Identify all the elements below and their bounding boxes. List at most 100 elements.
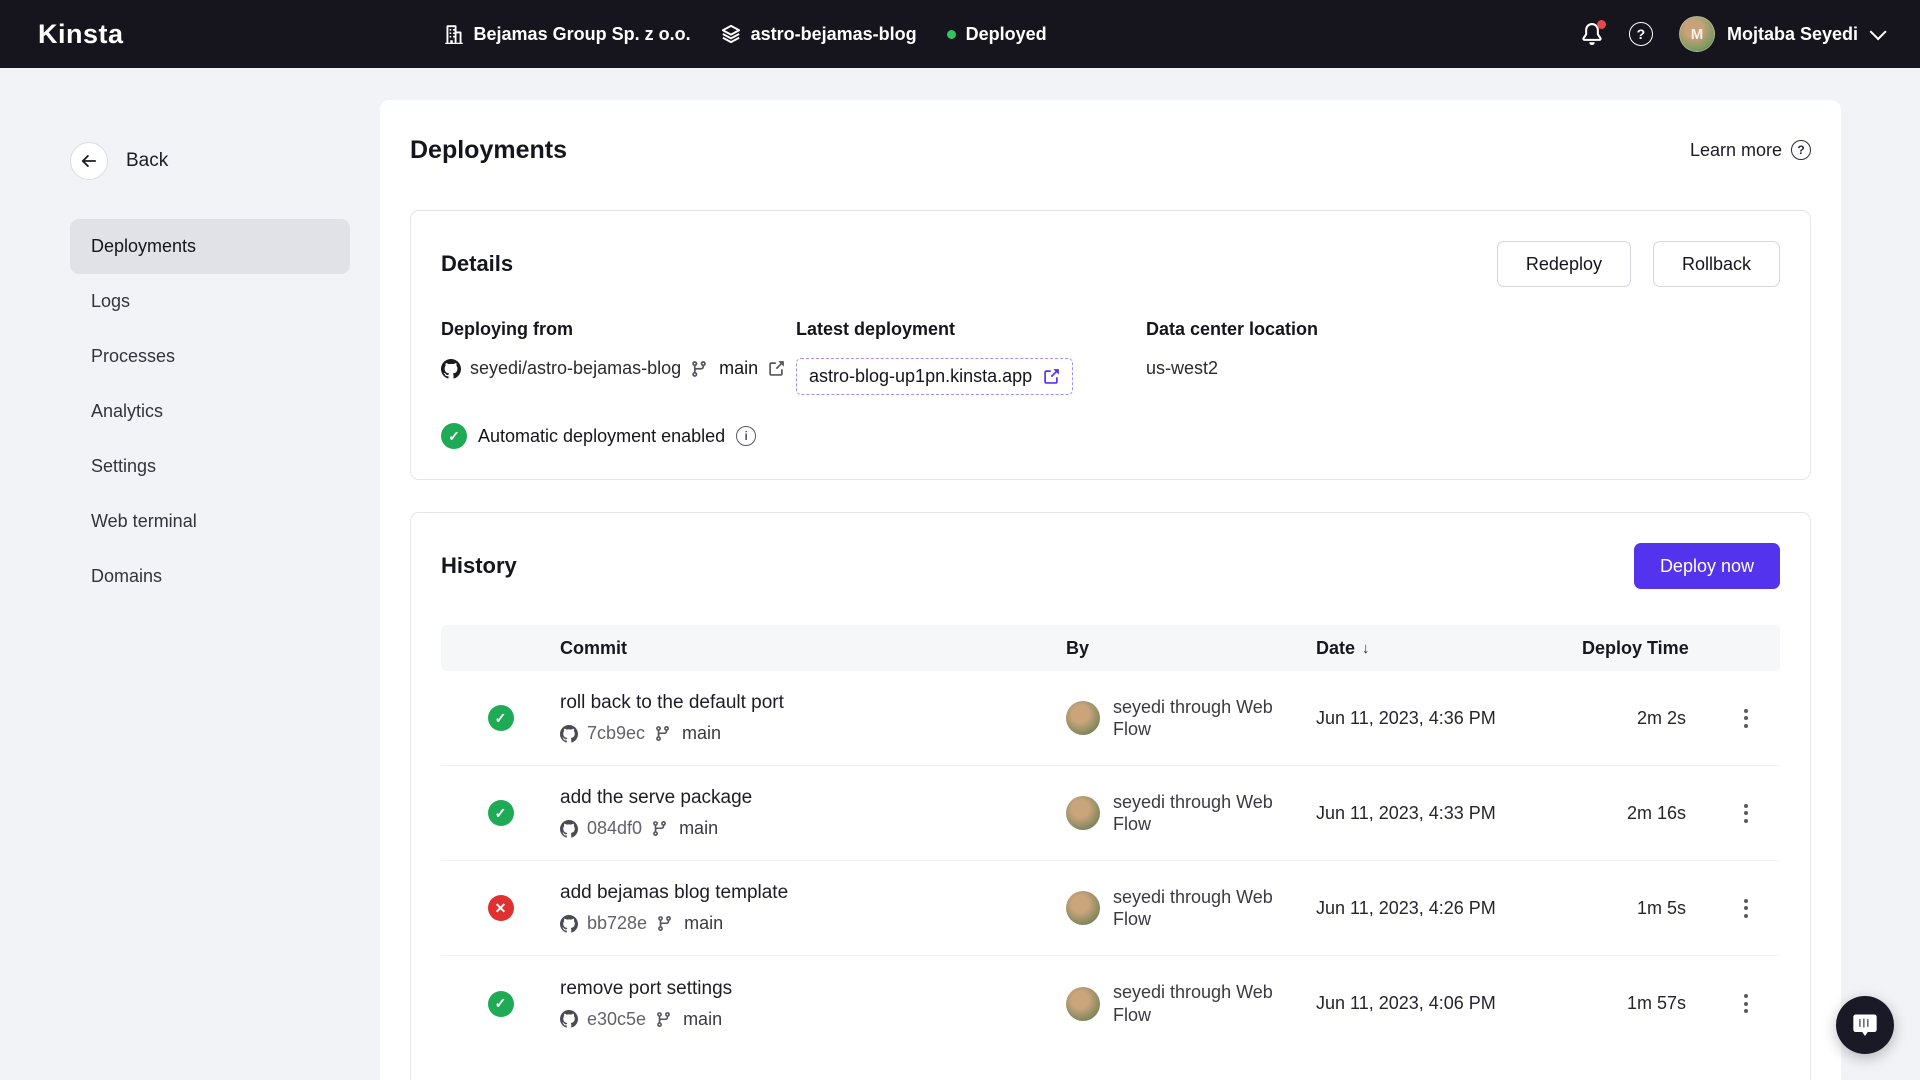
sidebar-item-domains[interactable]: Domains: [70, 549, 350, 604]
sidebar-item-web-terminal[interactable]: Web terminal: [70, 494, 350, 549]
status-label: Deployed: [966, 24, 1047, 45]
data-center-value: us-west2: [1146, 358, 1218, 379]
info-icon[interactable]: i: [736, 426, 756, 446]
deploy-status-icon: [488, 705, 514, 731]
commit-message: add bejamas blog template: [560, 882, 1066, 904]
github-icon: [560, 725, 578, 743]
committer-avatar: [1066, 701, 1100, 735]
app-selector[interactable]: astro-bejamas-blog: [721, 24, 917, 45]
commit-hash: 084df0: [587, 818, 642, 839]
help-button[interactable]: ?: [1629, 22, 1653, 46]
commit-message: remove port settings: [560, 978, 1066, 1000]
table-row: add bejamas blog template bb728e main se…: [441, 861, 1780, 956]
repo-name: seyedi/astro-bejamas-blog: [470, 358, 681, 379]
sidebar: Back Deployments Logs Processes Analytic…: [70, 68, 350, 604]
column-date[interactable]: Date ↓: [1316, 638, 1582, 659]
layers-icon: [721, 24, 741, 44]
history-panel: History Deploy now Commit By Date ↓ Depl…: [410, 512, 1811, 1080]
committer-avatar: [1066, 987, 1100, 1021]
commit-branch: main: [683, 1009, 722, 1030]
sidebar-item-processes[interactable]: Processes: [70, 329, 350, 384]
git-branch-icon: [651, 820, 668, 837]
github-icon: [560, 1010, 578, 1028]
arrow-left-icon: [70, 142, 108, 180]
sort-desc-icon: ↓: [1362, 640, 1370, 657]
deploy-date: Jun 11, 2023, 4:33 PM: [1316, 803, 1582, 824]
check-circle-icon: [441, 423, 467, 449]
deployment-status: Deployed: [947, 24, 1047, 45]
commit-branch: main: [679, 818, 718, 839]
column-deploy-time: Deploy Time: [1582, 638, 1712, 659]
column-commit: Commit: [560, 638, 1066, 659]
user-name: Mojtaba Seyedi: [1727, 24, 1858, 45]
committer-name: seyedi through Web Flow: [1113, 981, 1273, 1026]
deployment-url: astro-blog-up1pn.kinsta.app: [809, 366, 1032, 387]
deploy-status-icon: [488, 991, 514, 1017]
table-row: remove port settings e30c5e main seyedi …: [441, 956, 1780, 1051]
deploy-time: 1m 5s: [1582, 898, 1712, 919]
help-circle-icon: ?: [1791, 140, 1811, 160]
user-avatar: M: [1679, 16, 1715, 52]
back-button[interactable]: Back: [70, 142, 350, 180]
page-title: Deployments: [410, 136, 567, 165]
external-link-icon[interactable]: [767, 360, 785, 378]
chat-launcher-button[interactable]: [1836, 996, 1894, 1054]
data-center-label: Data center location: [1146, 319, 1318, 340]
learn-more-link[interactable]: Learn more ?: [1690, 140, 1811, 161]
git-branch-icon: [656, 915, 673, 932]
commit-hash: bb728e: [587, 913, 647, 934]
commit-branch: main: [682, 723, 721, 744]
details-panel: Details Redeploy Rollback Deploying from…: [410, 210, 1811, 480]
sidebar-nav: Deployments Logs Processes Analytics Set…: [70, 219, 350, 604]
deploy-date: Jun 11, 2023, 4:36 PM: [1316, 708, 1582, 729]
deploy-now-button[interactable]: Deploy now: [1634, 543, 1780, 589]
column-by: By: [1066, 638, 1316, 659]
deployment-url-link[interactable]: astro-blog-up1pn.kinsta.app: [796, 358, 1073, 395]
deploying-from-label: Deploying from: [441, 319, 796, 340]
git-branch-icon: [655, 1011, 672, 1028]
latest-deployment-label: Latest deployment: [796, 319, 1078, 340]
table-header: Commit By Date ↓ Deploy Time: [441, 625, 1780, 671]
deploy-time: 1m 57s: [1582, 993, 1712, 1014]
commit-hash: 7cb9ec: [587, 723, 645, 744]
committer-name: seyedi through Web Flow: [1113, 791, 1273, 836]
deploy-time: 2m 16s: [1582, 803, 1712, 824]
committer-name: seyedi through Web Flow: [1113, 696, 1273, 741]
commit-message: add the serve package: [560, 787, 1066, 809]
git-branch-icon: [654, 725, 671, 742]
commit-branch: main: [684, 913, 723, 934]
committer-name: seyedi through Web Flow: [1113, 886, 1273, 931]
deploy-date: Jun 11, 2023, 4:26 PM: [1316, 898, 1582, 919]
row-menu-button[interactable]: [1712, 796, 1780, 831]
external-link-icon: [1042, 368, 1060, 386]
notifications-button[interactable]: [1581, 23, 1603, 45]
history-table: Commit By Date ↓ Deploy Time roll back t…: [441, 625, 1780, 1051]
committer-avatar: [1066, 796, 1100, 830]
sidebar-item-deployments[interactable]: Deployments: [70, 219, 350, 274]
rollback-button[interactable]: Rollback: [1653, 241, 1780, 287]
notification-badge: [1597, 20, 1606, 29]
company-selector[interactable]: Bejamas Group Sp. z o.o.: [444, 24, 691, 45]
chat-bubble-icon: [1851, 1011, 1879, 1039]
sidebar-item-logs[interactable]: Logs: [70, 274, 350, 329]
company-name: Bejamas Group Sp. z o.o.: [474, 24, 691, 45]
table-row: roll back to the default port 7cb9ec mai…: [441, 671, 1780, 766]
user-menu[interactable]: M Mojtaba Seyedi: [1679, 16, 1882, 52]
auto-deploy-label: Automatic deployment enabled: [478, 426, 725, 447]
history-title: History: [441, 553, 517, 579]
git-branch-icon: [690, 360, 708, 378]
building-icon: [444, 24, 464, 44]
row-menu-button[interactable]: [1712, 701, 1780, 736]
sidebar-item-analytics[interactable]: Analytics: [70, 384, 350, 439]
github-icon: [560, 820, 578, 838]
redeploy-button[interactable]: Redeploy: [1497, 241, 1631, 287]
deploy-status-icon: [488, 800, 514, 826]
deploy-date: Jun 11, 2023, 4:06 PM: [1316, 993, 1582, 1014]
commit-hash: e30c5e: [587, 1009, 646, 1030]
status-dot-icon: [947, 30, 956, 39]
app-name: astro-bejamas-blog: [751, 24, 917, 45]
row-menu-button[interactable]: [1712, 891, 1780, 926]
deploy-time: 2m 2s: [1582, 708, 1712, 729]
row-menu-button[interactable]: [1712, 986, 1780, 1021]
sidebar-item-settings[interactable]: Settings: [70, 439, 350, 494]
